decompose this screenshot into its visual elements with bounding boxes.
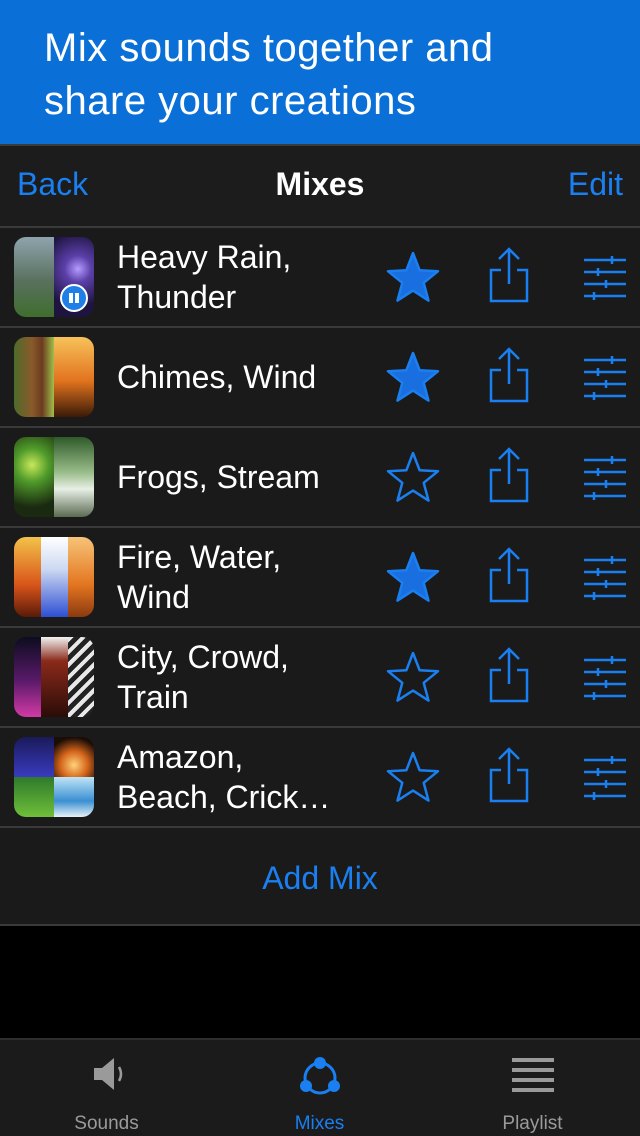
mixer-settings-icon[interactable] xyxy=(584,356,626,400)
mix-title-line-2: Thunder xyxy=(117,279,237,315)
promo-line-2: share your creations xyxy=(44,79,417,123)
mix-title: Chimes, Wind xyxy=(117,328,367,426)
mixer-settings-icon[interactable] xyxy=(584,756,626,800)
share-icon[interactable] xyxy=(488,346,530,404)
add-mix-button[interactable]: Add Mix xyxy=(0,858,640,898)
mix-title-line-1: Amazon, xyxy=(117,739,244,775)
mix-thumbnail xyxy=(14,237,94,317)
mix-title: City, Crowd, Train xyxy=(117,628,367,726)
tab-sounds-label: Sounds xyxy=(74,1113,139,1134)
favorite-star-icon[interactable] xyxy=(385,650,441,706)
edit-button[interactable]: Edit xyxy=(568,164,623,204)
tab-sounds[interactable]: Sounds xyxy=(0,1040,213,1136)
mixes-icon xyxy=(300,1057,340,1095)
mix-row-frogs-stream[interactable]: Frogs, Stream xyxy=(0,426,640,526)
mix-title-line-1: City, Crowd, xyxy=(117,639,289,675)
mixer-settings-icon[interactable] xyxy=(584,256,626,300)
tab-bar: Sounds Mixes Playlist xyxy=(0,1038,640,1136)
page-title: Mixes xyxy=(275,166,365,202)
share-icon[interactable] xyxy=(488,246,530,304)
mix-thumbnail xyxy=(14,337,94,417)
share-icon[interactable] xyxy=(488,446,530,504)
mix-thumbnail xyxy=(14,737,94,817)
promo-text: Mix sounds together and share your creat… xyxy=(44,22,604,128)
mixer-settings-icon[interactable] xyxy=(584,656,626,700)
mix-title-line-1: Chimes, Wind xyxy=(117,359,317,395)
mix-title: Amazon, Beach, Crick… xyxy=(117,728,367,826)
mix-title: Heavy Rain, Thunder xyxy=(117,228,367,326)
mix-title-line-1: Frogs, Stream xyxy=(117,459,320,495)
share-icon[interactable] xyxy=(488,646,530,704)
mixer-settings-icon[interactable] xyxy=(584,556,626,600)
mix-title: Frogs, Stream xyxy=(117,428,367,526)
mix-title-line-2: Train xyxy=(117,679,189,715)
mix-title-line-2: Wind xyxy=(117,579,190,615)
favorite-star-icon[interactable] xyxy=(385,250,441,306)
favorite-star-icon[interactable] xyxy=(385,550,441,606)
pause-icon[interactable] xyxy=(60,284,88,312)
mixes-list: Heavy Rain, Thunder Chimes, Wind Frogs, … xyxy=(0,226,640,926)
promo-banner: Mix sounds together and share your creat… xyxy=(0,0,640,144)
share-icon[interactable] xyxy=(488,546,530,604)
mix-thumbnail xyxy=(14,537,94,617)
speaker-icon xyxy=(94,1058,123,1090)
mix-row-amazon-beach-crickets[interactable]: Amazon, Beach, Crick… xyxy=(0,726,640,826)
mix-title-line-2: Beach, Crick… xyxy=(117,779,331,815)
favorite-star-icon[interactable] xyxy=(385,750,441,806)
navigation-bar: Back Mixes Edit xyxy=(0,144,640,226)
tab-playlist-label: Playlist xyxy=(502,1113,563,1134)
favorite-star-icon[interactable] xyxy=(385,450,441,506)
add-mix-row[interactable]: Add Mix xyxy=(0,826,640,926)
favorite-star-icon[interactable] xyxy=(385,350,441,406)
list-icon xyxy=(512,1058,554,1092)
mix-title-line-1: Heavy Rain, xyxy=(117,239,292,275)
mix-row-city-crowd-train[interactable]: City, Crowd, Train xyxy=(0,626,640,726)
mix-row-chimes-wind[interactable]: Chimes, Wind xyxy=(0,326,640,426)
mix-thumbnail xyxy=(14,437,94,517)
promo-line-1: Mix sounds together and xyxy=(44,26,494,70)
share-icon[interactable] xyxy=(488,746,530,804)
mixer-settings-icon[interactable] xyxy=(584,456,626,500)
mix-title-line-1: Fire, Water, xyxy=(117,539,282,575)
tab-mixes[interactable]: Mixes xyxy=(213,1040,426,1136)
mix-thumbnail xyxy=(14,637,94,717)
tab-mixes-label: Mixes xyxy=(294,1113,345,1134)
mix-row-fire-water-wind[interactable]: Fire, Water, Wind xyxy=(0,526,640,626)
tab-playlist[interactable]: Playlist xyxy=(426,1040,639,1136)
mix-title: Fire, Water, Wind xyxy=(117,528,367,626)
mix-row-heavy-rain-thunder[interactable]: Heavy Rain, Thunder xyxy=(0,226,640,326)
